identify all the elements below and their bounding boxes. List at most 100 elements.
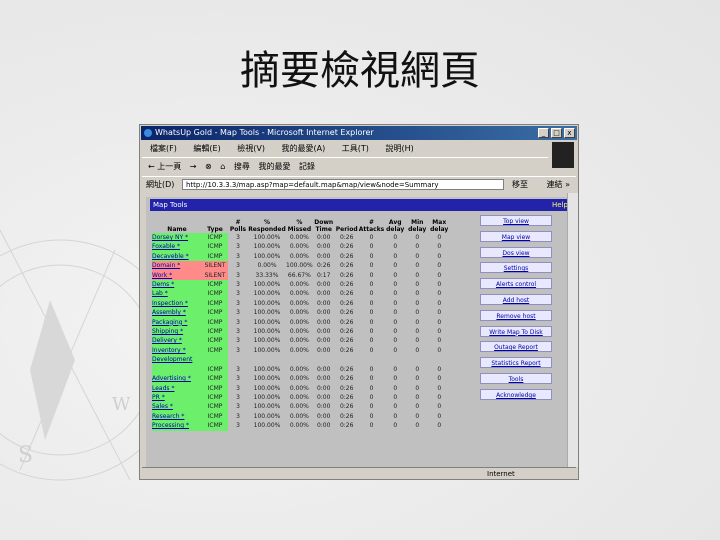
device-link[interactable]: Development [152, 355, 202, 365]
device-link[interactable]: Work * [152, 270, 202, 281]
device-link[interactable]: Packaging * [152, 317, 202, 328]
table-row: Work * SILENT 3 33.33% 66.67% 0:17 0:26 0 0 0 0 [152, 270, 450, 281]
device-link[interactable]: Delivery * [152, 336, 202, 346]
menu-view[interactable]: 檢視(V) [237, 144, 265, 153]
table-row: Inventory * ICMP 3 100.00% 0.00% 0:00 0:26 0 0 0 0 [152, 345, 450, 356]
side-menu-button[interactable]: Remove host [480, 309, 552, 321]
menu-file[interactable]: 檔案(F) [150, 144, 177, 153]
cell-miss: 0.00% [289, 309, 309, 317]
cell-miss: 0.00% [289, 252, 309, 260]
cell-att: 0 [369, 299, 374, 307]
table-row: Foxable * ICMP 3 100.00% 0.00% 0:00 0:26 0 0 0 0 [152, 242, 450, 252]
device-link[interactable]: Assembly * [152, 308, 202, 318]
side-menu-button[interactable]: Settings [480, 262, 552, 274]
side-menu-button[interactable]: Acknowledge [480, 388, 552, 400]
table-row: Development [152, 355, 450, 365]
cell-att: 0 [369, 375, 374, 383]
stop-button[interactable]: ⊗ [205, 162, 212, 171]
device-link[interactable]: Advertising * [152, 374, 202, 384]
menu-favorites[interactable]: 我的最愛(A) [282, 144, 326, 153]
minimize-button[interactable]: _ [538, 128, 549, 138]
help-link[interactable]: Help [552, 199, 568, 211]
cell-period: 0:26 [339, 271, 354, 279]
cell-min: 0 [415, 384, 420, 392]
device-link[interactable]: Dems * [152, 280, 202, 290]
cell-period: 0:26 [339, 346, 354, 354]
cell-avg: 0 [393, 243, 398, 251]
device-link[interactable]: Foxable * [152, 242, 202, 252]
cell-polls: 3 [236, 299, 240, 307]
column-header: Down Time [314, 219, 334, 233]
search-button[interactable]: 搜尋 [234, 162, 250, 171]
cell-max: 0 [437, 422, 442, 430]
cell-type: ICMP [202, 421, 228, 431]
device-link[interactable]: Decaveble * [152, 251, 202, 262]
cell-avg: 0 [393, 403, 398, 411]
cell-period: 0:26 [339, 318, 354, 326]
cell-max [428, 355, 450, 364]
device-link[interactable]: Domain * [152, 261, 202, 271]
svg-text:W: W [112, 394, 131, 415]
address-input[interactable]: http://10.3.3.3/map.asp?map=default.map&… [182, 179, 504, 190]
table-row: Domain * SILENT 3 0.00% 100.00% 0:26 0:26 0 0 0 0 [152, 261, 450, 271]
device-link[interactable]: Research * [152, 411, 202, 422]
history-button[interactable]: 記錄 [299, 162, 315, 171]
cell-type: ICMP [202, 233, 228, 243]
table-row: Inspection * ICMP 3 100.00% 0.00% 0:00 0:26 0 0 0… [152, 298, 450, 309]
cell-polls: 3 [236, 309, 240, 317]
side-menu-button[interactable]: Write Map To Disk [480, 325, 552, 337]
side-menu-button[interactable]: Alerts control [480, 278, 552, 290]
cell-att: 0 [369, 309, 374, 317]
side-menu: Top view Map view Dos view Settings Alerts c… [480, 215, 552, 405]
cell-period: 0:26 [339, 299, 354, 307]
cell-min: 0 [415, 252, 420, 260]
vertical-scrollbar[interactable] [567, 193, 578, 467]
side-menu-button[interactable]: Add host [480, 293, 552, 305]
side-menu-button[interactable]: Top view [480, 215, 552, 226]
side-menu-button[interactable]: Statistics Report [480, 357, 552, 369]
cell-att: 0 [369, 403, 374, 411]
side-menu-button[interactable]: Outage Report [480, 341, 552, 353]
device-link[interactable]: Inventory * [152, 345, 202, 356]
menu-edit[interactable]: 編輯(E) [193, 144, 220, 153]
side-menu-button[interactable]: Tools [480, 372, 552, 384]
column-header: Max delay [430, 219, 449, 233]
home-button[interactable]: ⌂ [220, 162, 225, 171]
browser-window: WhatsUp Gold - Map Tools - Microsoft Int… [139, 124, 579, 480]
cell-type: SILENT [202, 261, 228, 271]
cell-polls: 3 [236, 384, 240, 392]
maximize-button[interactable]: □ [551, 128, 562, 138]
menu-tools[interactable]: 工具(T) [342, 144, 369, 153]
device-link[interactable]: Leads * [152, 383, 202, 393]
cell-polls: 3 [236, 290, 240, 298]
ie-icon [144, 129, 152, 137]
device-link[interactable]: PR * [152, 392, 202, 403]
device-link[interactable]: Shipping * [152, 327, 202, 337]
cell-type: SILENT [202, 270, 228, 281]
cell-min: 0 [415, 365, 420, 373]
device-link[interactable]: Inspection * [152, 298, 202, 309]
summary-table: Name Type # Polls% Responded% Missed Down T… [152, 215, 450, 431]
back-button[interactable]: ← 上一頁 [148, 162, 181, 171]
side-menu-button[interactable]: Map view [480, 230, 552, 242]
cell-down: 0:00 [316, 393, 331, 401]
cell-max: 0 [437, 252, 442, 260]
cell-miss: 0.00% [289, 337, 309, 345]
go-button[interactable]: 移至 [512, 177, 528, 193]
device-link[interactable] [152, 364, 202, 375]
close-button[interactable]: x [564, 128, 575, 138]
links-button[interactable]: 連結 » [547, 177, 570, 193]
cell-avg: 0 [393, 318, 398, 326]
device-link[interactable]: Processing * [152, 421, 202, 431]
cell-min: 0 [415, 422, 420, 430]
cell-avg: 0 [393, 346, 398, 354]
cell-polls: 3 [236, 337, 240, 345]
forward-button[interactable]: → [190, 162, 197, 171]
device-link[interactable]: Lab * [152, 289, 202, 299]
favorites-button[interactable]: 我的最愛 [258, 162, 290, 171]
device-link[interactable]: Dorsey NY * [152, 233, 202, 243]
menu-help[interactable]: 說明(H) [385, 144, 413, 153]
device-link[interactable]: Sales * [152, 402, 202, 412]
cell-max: 0 [437, 318, 442, 326]
side-menu-button[interactable]: Dos view [480, 246, 552, 258]
